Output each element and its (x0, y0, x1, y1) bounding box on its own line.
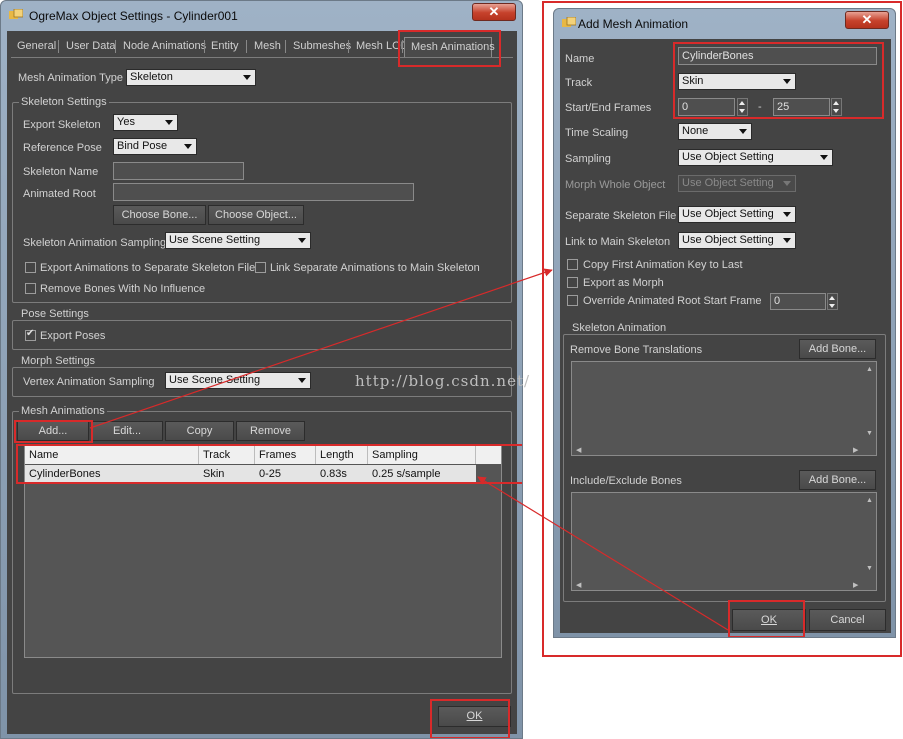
arrow-dialog-ok-to-row (477, 476, 729, 631)
arrow-add-to-dialog (89, 268, 553, 429)
annotation-arrows (89, 268, 729, 631)
watermark-text: http://blog.csdn.net/ (355, 372, 531, 390)
